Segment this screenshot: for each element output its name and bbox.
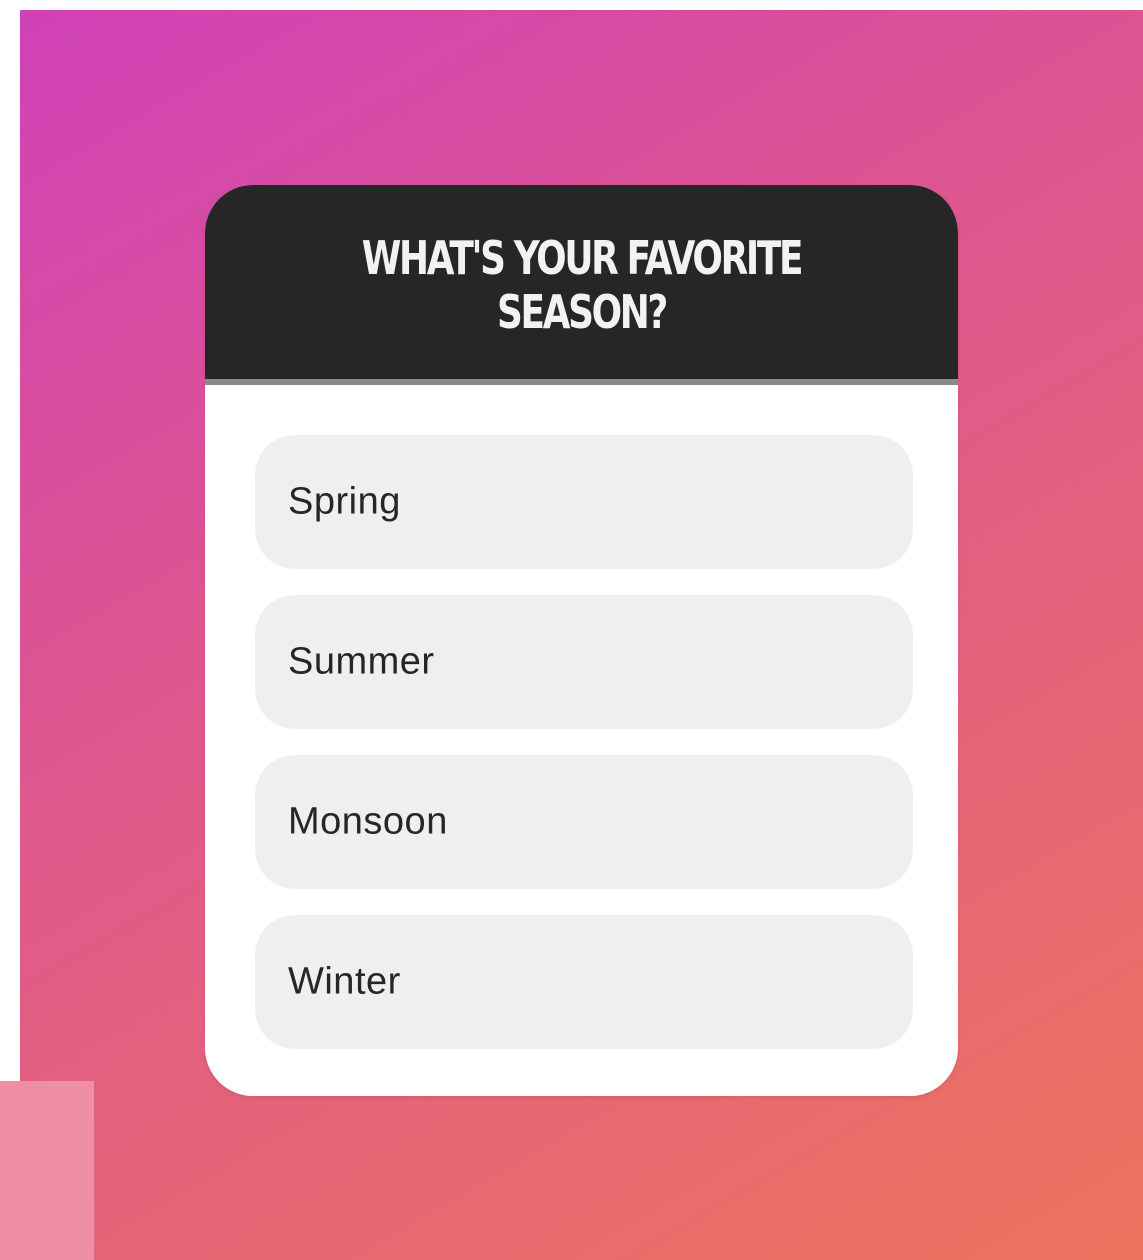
quiz-option-monsoon[interactable]: Monsoon [255,755,913,889]
option-label: Spring [288,480,401,523]
quiz-options-list: Spring Summer Monsoon Winter [255,435,913,1049]
corner-color-block [0,1081,94,1260]
option-label: Monsoon [288,800,448,843]
story-frame: WHAT'S YOUR FAVORITE SEASON? Spring Summ… [0,0,1143,1260]
quiz-header: WHAT'S YOUR FAVORITE SEASON? [205,185,958,385]
quiz-question: WHAT'S YOUR FAVORITE SEASON? [361,231,804,339]
quiz-option-spring[interactable]: Spring [255,435,913,569]
quiz-sticker: WHAT'S YOUR FAVORITE SEASON? Spring Summ… [205,185,958,1096]
option-label: Summer [288,640,435,683]
option-label: Winter [288,960,401,1003]
quiz-option-winter[interactable]: Winter [255,915,913,1049]
quiz-option-summer[interactable]: Summer [255,595,913,729]
